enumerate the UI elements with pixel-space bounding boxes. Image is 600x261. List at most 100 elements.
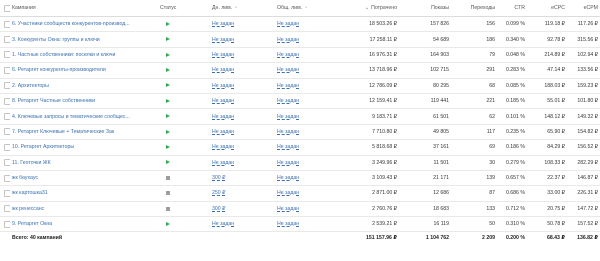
daily-limit-cell[interactable]: 300 ₽	[210, 175, 275, 181]
total-limit-cell[interactable]: Не задан	[275, 98, 351, 104]
campaign-name-link[interactable]: 6. Ретаргет конкуренты-производители	[10, 67, 158, 73]
row-checkbox-cell[interactable]	[0, 36, 10, 44]
row-checkbox-cell[interactable]	[0, 20, 10, 28]
stop-icon[interactable]	[166, 191, 170, 196]
column-header-ecpm[interactable]: eCPM	[567, 5, 600, 11]
table-row[interactable]: жк баухаус 300 ₽ Не задан 3 109.43 ₽ 21 171 1…	[0, 171, 600, 187]
daily-limit-link[interactable]: Не задан	[212, 144, 234, 150]
status-cell[interactable]	[158, 83, 210, 89]
stop-icon[interactable]	[166, 175, 170, 180]
table-row[interactable]: 6. Ретаргет конкуренты-производители Не з…	[0, 63, 600, 79]
daily-limit-cell[interactable]: Не задан	[210, 21, 275, 27]
status-cell[interactable]	[158, 206, 210, 212]
total-limit-link[interactable]: Не задан	[277, 52, 299, 58]
row-checkbox-cell[interactable]	[0, 113, 10, 121]
play-icon[interactable]	[166, 21, 170, 26]
daily-limit-cell[interactable]: Не задан	[210, 98, 275, 104]
total-limit-link[interactable]: Не задан	[277, 83, 299, 89]
row-checkbox-cell[interactable]	[0, 66, 10, 74]
table-row[interactable]: 4. Ключевые запросы и тематические сообщ…	[0, 109, 600, 125]
table-row[interactable]: 11. Геоточки ЖК Не задан Не задан 3 249.96 …	[0, 156, 600, 171]
total-limit-cell[interactable]: Не задан	[275, 160, 351, 166]
row-checkbox-cell[interactable]	[0, 220, 10, 228]
column-header-total-limit[interactable]: Общ. лим. ⚬	[275, 5, 351, 11]
table-row[interactable]: 6. Участники сообществ конкурентов-произ…	[0, 17, 600, 33]
table-row[interactable]: 3. Конкуренты Окна: группы и ключи Не зад…	[0, 32, 600, 48]
table-row[interactable]: 9. Ретаргет Окна Не задан Не задан 2 539.21…	[0, 217, 600, 233]
play-icon[interactable]	[166, 144, 170, 149]
daily-limit-cell[interactable]: Не задан	[210, 160, 275, 166]
column-header-campaign[interactable]: Кампания	[10, 5, 158, 11]
total-limit-cell[interactable]: Не задан	[275, 21, 351, 27]
daily-limit-link[interactable]: Не задан	[212, 21, 234, 27]
campaign-name-link[interactable]: 1. Частные собственники: поселки и ключи	[10, 52, 158, 58]
status-cell[interactable]	[158, 21, 210, 27]
campaign-name-link[interactable]: 9. Ретаргет Окна	[10, 221, 158, 227]
column-header-ctr[interactable]: CTR	[497, 5, 527, 11]
play-icon[interactable]	[166, 83, 170, 88]
daily-limit-link[interactable]: Не задан	[212, 67, 234, 73]
status-cell[interactable]	[158, 160, 210, 166]
status-cell[interactable]	[158, 98, 210, 104]
table-row[interactable]: 1. Частные собственники: поселки и ключи…	[0, 48, 600, 64]
play-icon[interactable]	[166, 160, 170, 165]
status-cell[interactable]	[158, 129, 210, 135]
row-checkbox-cell[interactable]	[0, 128, 10, 136]
daily-limit-link[interactable]: Не задан	[212, 129, 234, 135]
total-limit-link[interactable]: Не задан	[277, 37, 299, 43]
campaign-name-link[interactable]: 10. Ретаргет Архитекторы	[10, 144, 158, 150]
status-cell[interactable]	[158, 144, 210, 150]
campaign-name-link[interactable]: 8. Ретаргет Частные собственники	[10, 98, 158, 104]
campaign-name-link[interactable]: 6. Участники сообществ конкурентов-произ…	[10, 21, 158, 27]
table-row[interactable]: 2. Архитекторы Не задан Не задан 12 786.09 …	[0, 79, 600, 94]
row-checkbox-cell[interactable]	[0, 82, 10, 90]
total-limit-link[interactable]: Не задан	[277, 175, 299, 181]
total-limit-cell[interactable]: Не задан	[275, 114, 351, 120]
daily-limit-link[interactable]: Не задан	[212, 114, 234, 120]
table-row[interactable]: жк ренессанс 300 ₽ Не задан 2 760.76 ₽ 18 68…	[0, 202, 600, 218]
total-limit-cell[interactable]: Не задан	[275, 190, 351, 196]
column-header-clicks[interactable]: Переходы	[451, 5, 497, 11]
total-limit-link[interactable]: Не задан	[277, 114, 299, 120]
row-checkbox-cell[interactable]	[0, 174, 10, 182]
daily-limit-link[interactable]: Не задан	[212, 160, 234, 166]
play-icon[interactable]	[166, 37, 170, 42]
row-checkbox-cell[interactable]	[0, 159, 10, 167]
total-limit-cell[interactable]: Не задан	[275, 37, 351, 43]
campaign-name-link[interactable]: жк картошка31	[10, 190, 158, 196]
daily-limit-cell[interactable]: Не задан	[210, 221, 275, 227]
column-header-spent[interactable]: ⌄ Потрачено	[351, 5, 399, 11]
column-header-status[interactable]: Статус	[158, 5, 210, 11]
status-cell[interactable]	[158, 52, 210, 58]
total-limit-link[interactable]: Не задан	[277, 67, 299, 73]
status-cell[interactable]	[158, 37, 210, 43]
total-limit-link[interactable]: Не задан	[277, 221, 299, 227]
total-limit-link[interactable]: Не задан	[277, 129, 299, 135]
play-icon[interactable]	[166, 98, 170, 103]
stop-icon[interactable]	[166, 206, 170, 211]
total-limit-cell[interactable]: Не задан	[275, 144, 351, 150]
daily-limit-link[interactable]: Не задан	[212, 98, 234, 104]
daily-limit-link[interactable]: Не задан	[212, 37, 234, 43]
table-row[interactable]: 8. Ретаргет Частные собственники Не задан…	[0, 94, 600, 110]
campaign-name-link[interactable]: жк баухаус	[10, 175, 158, 181]
table-row[interactable]: 7. Ретаргет Ключевые + Тематические Зак Н…	[0, 125, 600, 141]
column-header-ecpc[interactable]: eCPC	[527, 5, 567, 11]
daily-limit-cell[interactable]: Не задан	[210, 144, 275, 150]
daily-limit-link[interactable]: 300 ₽	[212, 175, 225, 181]
total-limit-cell[interactable]: Не задан	[275, 221, 351, 227]
table-row[interactable]: жк картошка31 250 ₽ Не задан 2 871.00 ₽ 12 6…	[0, 186, 600, 202]
play-icon[interactable]	[166, 221, 170, 226]
daily-limit-cell[interactable]: Не задан	[210, 67, 275, 73]
daily-limit-cell[interactable]: Не задан	[210, 52, 275, 58]
row-checkbox-cell[interactable]	[0, 205, 10, 213]
daily-limit-link[interactable]: 250 ₽	[212, 190, 225, 196]
campaign-name-link[interactable]: 3. Конкуренты Окна: группы и ключи	[10, 37, 158, 43]
status-cell[interactable]	[158, 221, 210, 227]
total-limit-cell[interactable]: Не задан	[275, 67, 351, 73]
total-limit-link[interactable]: Не задан	[277, 206, 299, 212]
campaign-name-link[interactable]: 2. Архитекторы	[10, 83, 158, 89]
total-limit-link[interactable]: Не задан	[277, 21, 299, 27]
daily-limit-cell[interactable]: Не задан	[210, 83, 275, 89]
row-checkbox-cell[interactable]	[0, 97, 10, 105]
